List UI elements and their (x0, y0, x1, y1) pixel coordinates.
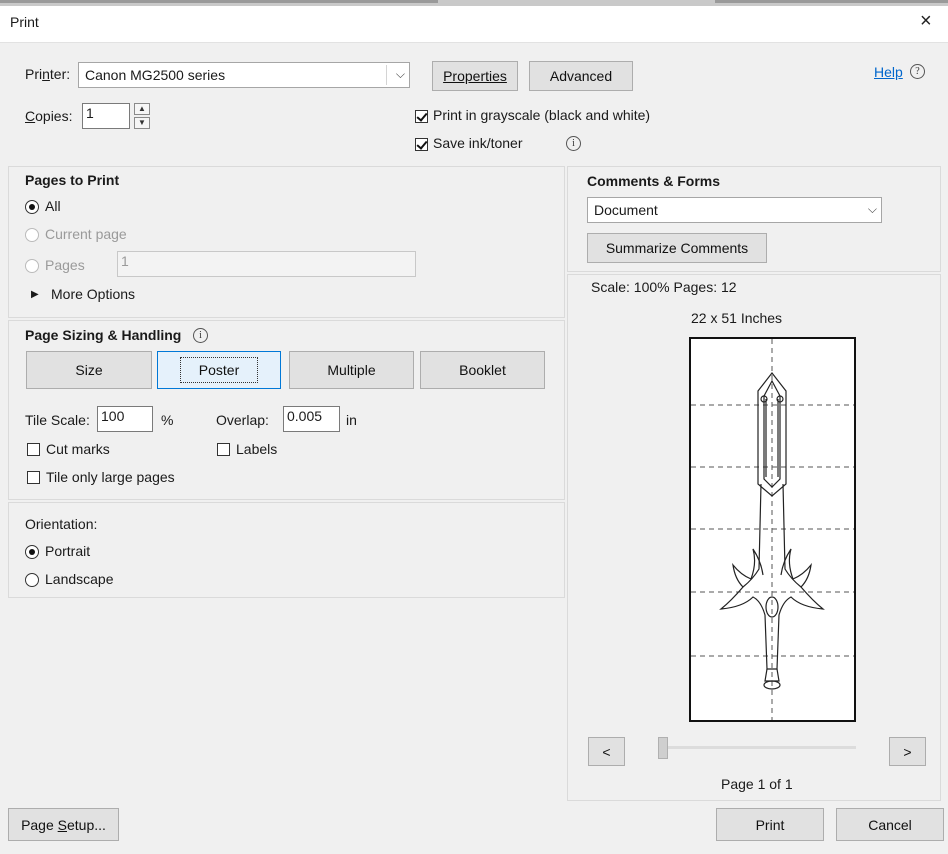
properties-button-label: Properties (443, 68, 507, 84)
grayscale-checkbox[interactable] (415, 110, 428, 123)
tile-large-label: Tile only large pages (46, 469, 175, 485)
summarize-comments-button[interactable]: Summarize Comments (587, 233, 767, 263)
copies-stepper[interactable]: ▲ ▼ (134, 103, 150, 129)
top-strip-segment (715, 0, 948, 3)
comments-forms-heading: Comments & Forms (587, 173, 721, 189)
tile-grid (691, 339, 854, 720)
labels-checkbox[interactable] (217, 443, 230, 456)
landscape-label: Landscape (45, 571, 114, 587)
tab-poster-label: Poster (179, 357, 259, 383)
save-ink-info-icon[interactable]: i (566, 136, 581, 151)
portrait-radio[interactable] (25, 545, 39, 559)
help-icon[interactable]: ? (910, 64, 925, 79)
stepper-up-icon[interactable]: ▲ (134, 103, 150, 115)
tile-large-checkbox[interactable] (27, 471, 40, 484)
all-pages-label: All (45, 198, 61, 214)
preview-sheet (689, 337, 856, 722)
print-button-label: Print (755, 816, 785, 833)
overlap-label: Overlap: (216, 412, 269, 428)
pages-to-print-heading: Pages to Print (25, 172, 120, 188)
window-title: Print (10, 14, 39, 30)
comments-forms-value: Document (594, 202, 658, 218)
cancel-button-label: Cancel (868, 816, 912, 833)
tile-scale-input[interactable]: 100 (97, 406, 153, 432)
copies-label: Copies: (25, 108, 73, 124)
overlap-unit: in (346, 412, 357, 428)
orientation-heading: Orientation: (25, 516, 98, 532)
page-setup-label: Page Setup... (21, 816, 106, 833)
current-page-radio[interactable] (25, 228, 39, 242)
properties-button[interactable]: Properties (432, 61, 518, 91)
printer-select-value: Canon MG2500 series (85, 67, 226, 83)
grayscale-label: Print in grayscale (black and white) (433, 107, 651, 123)
tile-scale-label: Tile Scale: (25, 412, 90, 428)
portrait-label: Portrait (45, 543, 91, 559)
chevron-left-icon: < (602, 743, 611, 760)
stepper-down-icon[interactable]: ▼ (134, 117, 150, 129)
more-options-toggle[interactable]: More Options (51, 286, 135, 302)
page-setup-button[interactable]: Page Setup... (8, 808, 119, 841)
page-indicator: Page 1 of 1 (721, 776, 793, 792)
tab-booklet-label: Booklet (459, 362, 506, 378)
current-page-label: Current page (45, 226, 127, 242)
advanced-button-label: Advanced (549, 68, 613, 84)
advanced-button[interactable]: Advanced (529, 61, 633, 91)
top-strip-segment (0, 0, 438, 3)
cut-marks-checkbox[interactable] (27, 443, 40, 456)
poster-sword-image (691, 339, 854, 720)
printer-select[interactable]: Canon MG2500 series ⌵ (78, 62, 410, 88)
tab-multiple-label: Multiple (327, 362, 376, 378)
page-sizing-info-icon[interactable]: i (193, 328, 208, 343)
printer-label: Printer: (25, 66, 71, 82)
expand-triangle-icon[interactable]: ▶ (31, 289, 39, 300)
save-ink-label: Save ink/toner (433, 135, 523, 151)
tab-multiple[interactable]: Multiple (289, 351, 414, 389)
cancel-button[interactable]: Cancel (836, 808, 944, 841)
labels-label: Labels (236, 441, 278, 457)
chevron-right-icon: > (903, 743, 912, 760)
page-slider-thumb[interactable] (658, 737, 668, 759)
print-button[interactable]: Print (716, 808, 824, 841)
title-bar: Print × (0, 6, 948, 43)
close-icon[interactable]: × (920, 10, 932, 33)
summarize-comments-label: Summarize Comments (605, 240, 749, 256)
preview-scale-text: Scale: 100% Pages: 12 (591, 279, 737, 295)
chevron-down-icon: ⌵ (867, 201, 877, 216)
overlap-input[interactable]: 0.005 (283, 406, 340, 432)
copies-input[interactable]: 1 (82, 103, 130, 129)
chevron-down-icon: ⌵ (395, 66, 405, 81)
pages-range-radio[interactable] (25, 259, 39, 273)
tab-size[interactable]: Size (26, 351, 152, 389)
tile-scale-percent: % (161, 412, 174, 428)
cut-marks-label: Cut marks (46, 441, 110, 457)
next-page-button[interactable]: > (889, 737, 926, 766)
all-pages-radio[interactable] (25, 200, 39, 214)
page-sizing-heading: Page Sizing & Handling (25, 327, 182, 343)
landscape-radio[interactable] (25, 573, 39, 587)
help-link[interactable]: Help (874, 64, 903, 80)
pages-range-label: Pages (45, 257, 85, 273)
tab-poster[interactable]: Poster (157, 351, 281, 389)
preview-size-text: 22 x 51 Inches (691, 310, 783, 326)
pages-range-input[interactable]: 1 (117, 251, 416, 277)
combo-separator (386, 65, 387, 85)
save-ink-checkbox[interactable] (415, 138, 428, 151)
tab-booklet[interactable]: Booklet (420, 351, 545, 389)
comments-forms-select[interactable]: Document ⌵ (587, 197, 882, 223)
prev-page-button[interactable]: < (588, 737, 625, 766)
page-slider-track[interactable] (658, 746, 856, 749)
tab-size-label: Size (75, 362, 103, 378)
